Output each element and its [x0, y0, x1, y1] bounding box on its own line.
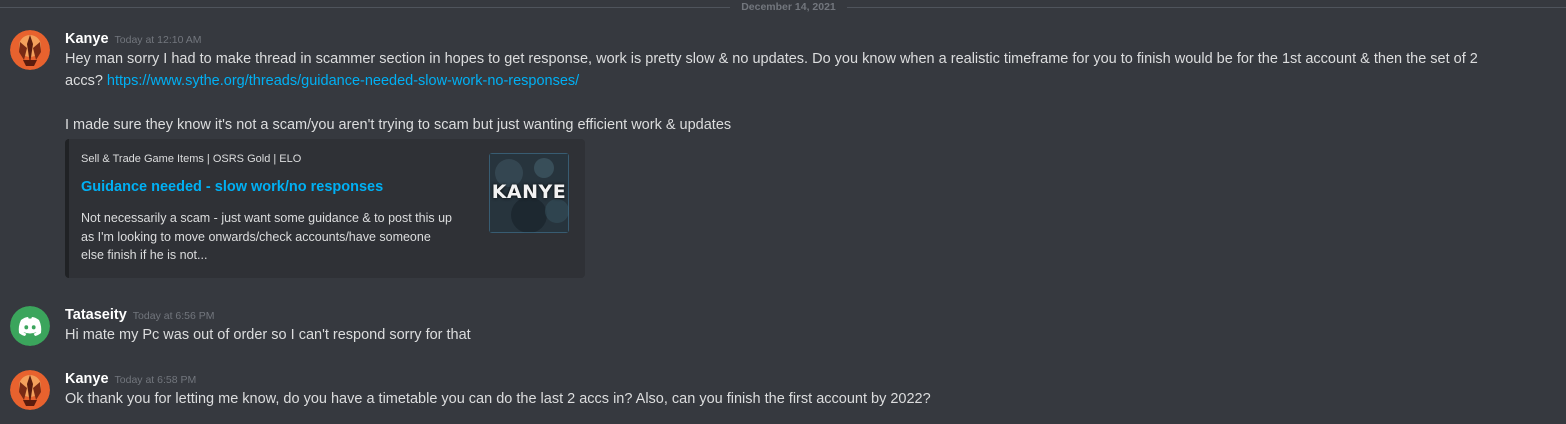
- link-embed: Sell & Trade Game Items | OSRS Gold | EL…: [65, 139, 585, 278]
- message-group: Kanye Today at 12:10 AM Hey man sorry I h…: [0, 28, 1566, 283]
- embed-description-line: Not necessarily a scam - just want some …: [81, 211, 453, 225]
- divider-line-right: [847, 7, 1566, 8]
- username[interactable]: Tataseity: [65, 307, 127, 323]
- divider-line-left: [0, 7, 730, 8]
- chat-messages: December 14, 2021 Kanye Today at 12:10 AM…: [0, 0, 1566, 424]
- thread-link[interactable]: https://www.sythe.org/threads/guidance-n…: [107, 73, 579, 89]
- message-header: Kanye Today at 6:58 PM: [65, 368, 196, 390]
- timestamp: Today at 6:56 PM: [132, 310, 215, 322]
- divider-date: December 14, 2021: [741, 1, 836, 13]
- thumbnail-text: KANYE: [491, 181, 567, 203]
- message-group: Tataseity Today at 6:56 PM Hi mate my Pc …: [0, 304, 1566, 348]
- message-content: Hi mate my Pc was out of order so I can'…: [65, 327, 471, 343]
- embed-provider: Sell & Trade Game Items | OSRS Gold | EL…: [81, 153, 302, 165]
- embed-title-link[interactable]: Guidance needed - slow work/no responses: [81, 179, 383, 195]
- message-header: Tataseity Today at 6:56 PM: [65, 304, 215, 326]
- timestamp: Today at 12:10 AM: [114, 34, 202, 46]
- username[interactable]: Kanye: [65, 31, 109, 47]
- message-text: accs?: [65, 73, 103, 89]
- embed-description-line: as I'm looking to move onwards/check acc…: [81, 229, 431, 244]
- kanye-avatar-icon[interactable]: [10, 30, 50, 70]
- message-line: I made sure they know it's not a scam/yo…: [65, 117, 732, 133]
- message-content: Ok thank you for letting me know, do you…: [65, 391, 931, 407]
- message-header: Kanye Today at 12:10 AM: [65, 28, 202, 50]
- date-divider: December 14, 2021: [0, 0, 1566, 16]
- message-content: Hey man sorry I had to make thread in sc…: [65, 48, 1478, 136]
- message-line: Hey man sorry I had to make thread in sc…: [65, 51, 1478, 67]
- message-line: accs? https://www.sythe.org/threads/guid…: [65, 70, 1478, 92]
- message-group: Kanye Today at 6:58 PM Ok thank you for l…: [0, 368, 1566, 412]
- timestamp: Today at 6:58 PM: [114, 374, 197, 386]
- kanye-avatar-icon[interactable]: [10, 370, 50, 410]
- embed-thumbnail[interactable]: KANYE: [489, 153, 569, 233]
- discord-logo-icon[interactable]: [10, 306, 50, 346]
- embed-description-line: else finish if he is not...: [81, 248, 208, 262]
- username[interactable]: Kanye: [65, 371, 109, 387]
- embed-description: Not necessarily a scam - just want some …: [81, 209, 481, 265]
